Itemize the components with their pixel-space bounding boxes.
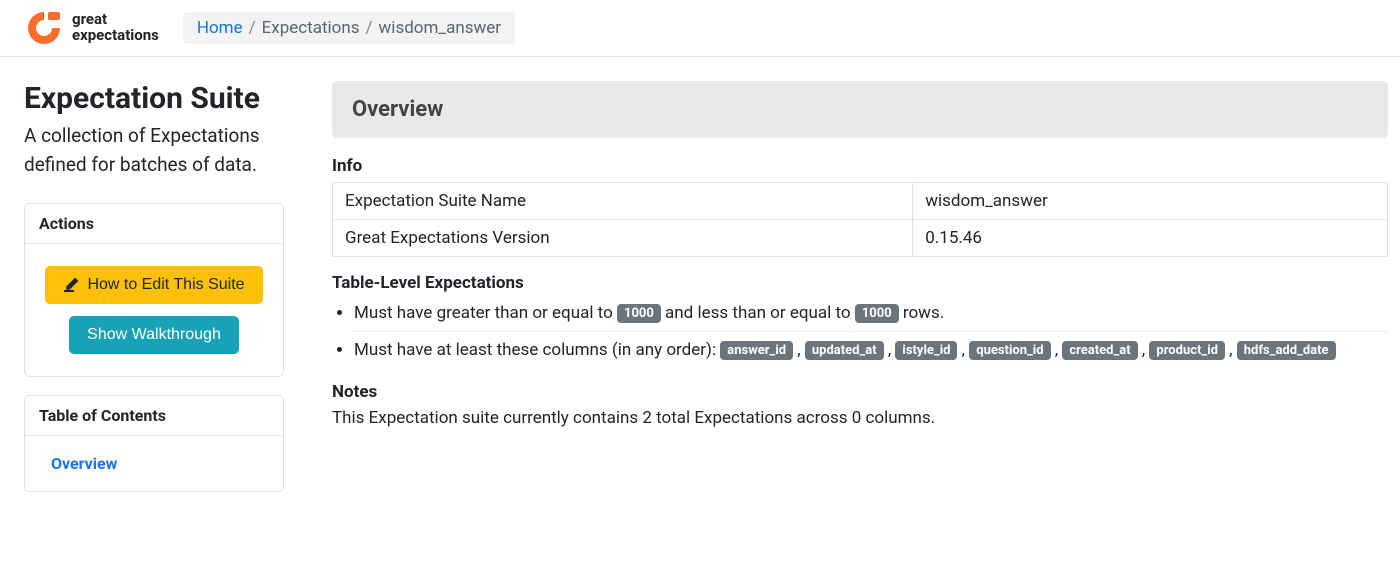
info-value: 0.15.46 — [913, 220, 1388, 257]
column-badge: updated_at — [805, 341, 884, 360]
show-walkthrough-button[interactable]: Show Walkthrough — [69, 316, 239, 354]
value-badge: 1000 — [617, 304, 661, 323]
actions-card: Actions How to Edit This Suite Show Walk… — [24, 203, 284, 377]
notes-header: Notes — [332, 382, 1388, 402]
column-badge: created_at — [1062, 341, 1137, 360]
breadcrumb-separator: / — [366, 18, 373, 38]
page-title: Expectation Suite — [24, 81, 284, 116]
column-badge: answer_id — [720, 341, 793, 360]
main-content: Overview Info Expectation Suite Name wis… — [332, 81, 1400, 510]
info-header: Info — [332, 156, 1388, 176]
table-row: Great Expectations Version 0.15.46 — [333, 220, 1388, 257]
column-badge: question_id — [969, 341, 1050, 360]
edit-suite-button-label: How to Edit This Suite — [87, 276, 244, 294]
list-item: Must have at least these columns (in any… — [354, 331, 1388, 364]
info-label: Great Expectations Version — [333, 220, 913, 257]
info-value: wisdom_answer — [913, 183, 1388, 220]
breadcrumb-separator: / — [249, 18, 256, 38]
column-badge: hdfs_add_date — [1237, 341, 1336, 360]
toc-item-overview[interactable]: Overview — [25, 444, 283, 483]
info-table: Expectation Suite Name wisdom_answer Gre… — [332, 182, 1388, 257]
brand-mark-icon — [24, 8, 64, 48]
column-badge: product_id — [1149, 341, 1225, 360]
table-expectations-header: Table-Level Expectations — [332, 273, 1388, 293]
page-subtitle: A collection of Expectations defined for… — [24, 122, 284, 179]
column-badge: istyle_id — [895, 341, 957, 360]
value-badge: 1000 — [855, 304, 899, 323]
overview-section-header: Overview — [332, 81, 1388, 138]
topbar: great expectations Home / Expectations /… — [0, 0, 1400, 57]
breadcrumb-leaf: wisdom_answer — [379, 18, 502, 38]
show-walkthrough-button-label: Show Walkthrough — [87, 326, 221, 344]
breadcrumb: Home / Expectations / wisdom_answer — [183, 12, 515, 44]
table-row: Expectation Suite Name wisdom_answer — [333, 183, 1388, 220]
actions-header: Actions — [25, 204, 283, 244]
breadcrumb-home-link[interactable]: Home — [197, 18, 243, 38]
toc-card: Table of Contents Overview — [24, 395, 284, 492]
info-label: Expectation Suite Name — [333, 183, 913, 220]
brand-text: great expectations — [72, 12, 159, 44]
toc-header: Table of Contents — [25, 396, 283, 436]
pencil-square-icon — [63, 277, 79, 293]
edit-suite-button[interactable]: How to Edit This Suite — [45, 266, 262, 304]
list-item: Must have greater than or equal to 1000 … — [354, 299, 1388, 327]
brand-logo[interactable]: great expectations — [24, 8, 159, 48]
notes-body: This Expectation suite currently contain… — [332, 408, 1388, 428]
sidebar: Expectation Suite A collection of Expect… — [24, 81, 284, 510]
breadcrumb-section: Expectations — [262, 18, 360, 38]
expectations-list: Must have greater than or equal to 1000 … — [332, 299, 1388, 364]
